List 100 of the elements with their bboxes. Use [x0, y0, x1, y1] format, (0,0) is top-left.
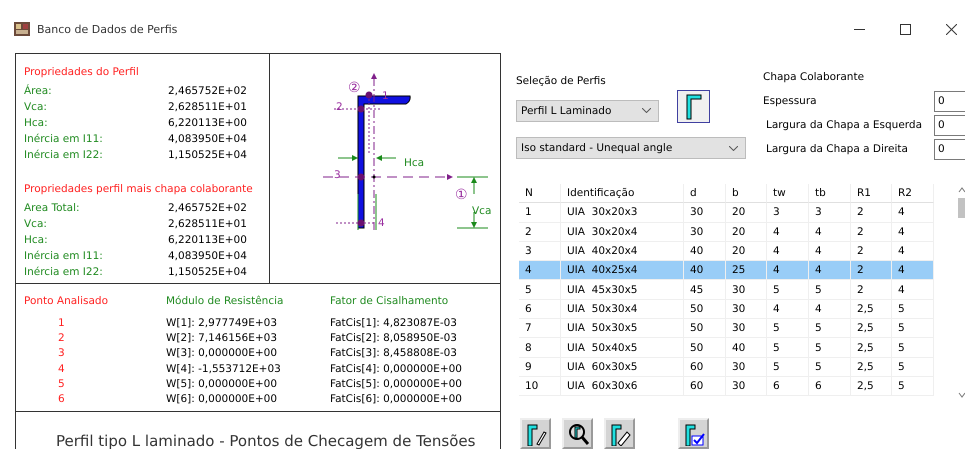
field-label: Largura da Chapa a Esquerda: [765, 119, 924, 131]
property-label: Inércia em I11:: [24, 133, 104, 145]
table-cell: 2,5: [851, 319, 892, 338]
chevron-icon: [642, 108, 651, 113]
property-value: 6,220113E+00: [168, 234, 247, 246]
table-row[interactable]: 2 UIA 30x20x4 30 20 4 4 2 4: [519, 222, 934, 242]
point-number: 2: [57, 332, 66, 344]
table-cell: 5: [892, 300, 934, 320]
table-row[interactable]: 4 UIA 40x25x4 40 25 4 4 2 4: [519, 261, 934, 280]
table-row[interactable]: 10 UIA 60x30x6 60 30 6 6 2,5 5: [519, 376, 934, 396]
table-row[interactable]: 6 UIA 50x30x4 50 30 4 4 2,5 5: [519, 300, 934, 320]
property-label: Inércia em I11:: [24, 250, 104, 262]
table-cell: 4: [767, 222, 809, 242]
table-cell: 5: [892, 358, 934, 377]
property-label: Área:: [24, 85, 53, 97]
table-cell: UIA 30x20x4: [561, 222, 684, 242]
window-title: Banco de Dados de Perfis: [37, 22, 178, 36]
shear-factor-value: FatCis[6]: 0,000000E+00: [330, 393, 463, 406]
table-cell: 4: [892, 280, 934, 300]
measure-profile-button[interactable]: [604, 418, 635, 449]
table-cell: 6: [519, 300, 561, 320]
table-cell: 3: [767, 203, 809, 223]
property-label: Inércia em I22:: [24, 149, 104, 161]
table-cell: 2,5: [851, 358, 892, 377]
table-cell: UIA 30x20x3: [561, 203, 684, 223]
table-cell: 50: [684, 319, 726, 338]
table-cell: 60: [684, 376, 726, 396]
shear-factor-value: FatCis[5]: 0,000000E+00: [330, 378, 463, 390]
property-value: 2,465752E+02: [168, 202, 247, 214]
table-cell: 5: [519, 280, 561, 300]
table-row[interactable]: 5 UIA 45x30x5 45 30 5 5 2 4: [519, 280, 934, 300]
input-field[interactable]: 0: [934, 90, 965, 112]
point-number: 3: [57, 347, 66, 360]
angle-profile-icon: [686, 94, 702, 120]
caption: Perfil tipo L laminado - Pontos de Checagem de Tensões: [56, 432, 476, 449]
table-cell: 1: [519, 203, 561, 223]
shear-factor-value: FatCis[2]: 8,058950E-03: [330, 332, 458, 344]
point-number: 6: [57, 393, 66, 406]
table-cell: 2: [519, 222, 561, 242]
table-cell: 6: [767, 376, 809, 396]
table-cell: 40: [684, 261, 726, 280]
table-cell: 4: [767, 261, 809, 280]
confirm-profile-button[interactable]: [678, 418, 709, 449]
table-cell: 60: [684, 358, 726, 377]
hca-label: Hca: [404, 157, 424, 169]
table-cell: 5: [767, 338, 809, 358]
table-cell: UIA 60x30x6: [561, 376, 684, 396]
shear-factor-value: FatCis[1]: 4,823087E-03: [330, 316, 458, 329]
section-label: Seleção de Perfis: [516, 75, 607, 87]
table-cell: 5: [892, 376, 934, 396]
table-cell: 2,5: [851, 376, 892, 396]
table-cell: 5: [767, 358, 809, 377]
table-cell: 30: [726, 280, 767, 300]
property-label: Vca:: [24, 218, 48, 230]
input-field[interactable]: 0: [934, 114, 965, 136]
table-cell: 4: [809, 222, 851, 242]
table-cell: 2: [851, 203, 892, 223]
table-cell: 5: [892, 319, 934, 338]
shear-factor-value: FatCis[4]: 0,000000E+00: [330, 362, 463, 375]
property-value: 4,083950E+04: [168, 133, 247, 145]
standard-dropdown[interactable]: Iso standard - Unequal angle: [516, 137, 746, 159]
column-header: tb: [809, 184, 851, 204]
input-field[interactable]: 0: [934, 138, 965, 160]
close-icon[interactable]: [946, 24, 957, 34]
profile-type-dropdown[interactable]: Perfil L Laminado: [516, 100, 659, 122]
shear-factor-value: FatCis[3]: 8,458808E-03: [330, 347, 458, 360]
table-row[interactable]: 1 UIA 30x20x3 30 20 3 3 2 4: [519, 203, 934, 223]
maximize-icon[interactable]: [900, 24, 911, 34]
table-row[interactable]: 9 UIA 60x30x5 60 30 5 5 2,5 5: [519, 358, 934, 377]
table-row[interactable]: 7 UIA 50x30x5 50 30 5 5 2,5 5: [519, 319, 934, 338]
section-title: Propriedades perfil mais chapa colaborante: [24, 183, 254, 195]
angle-profile-button[interactable]: [677, 90, 710, 123]
property-value: 4,083950E+04: [168, 250, 247, 262]
vca-label: Vca: [472, 205, 492, 217]
modulus-value: W[6]: 0,000000E+00: [166, 393, 278, 406]
table-cell: 2: [851, 280, 892, 300]
table-cell: 8: [519, 338, 561, 358]
modulus-value: W[5]: 0,000000E+00: [166, 378, 278, 390]
table-cell: 30: [726, 300, 767, 320]
table-row[interactable]: 8 UIA 50x40x5 50 40 5 5 2,5 5: [519, 338, 934, 358]
property-label: Hca:: [24, 117, 49, 129]
modulus-value: W[1]: 2,977749E+03: [166, 316, 278, 329]
search-profile-button[interactable]: [562, 418, 593, 449]
column-header: R2: [892, 184, 934, 204]
property-value: 1,150525E+04: [168, 149, 247, 161]
table-cell: 30: [726, 319, 767, 338]
section-label: Chapa Colaborante: [763, 71, 866, 83]
profile-ruler-icon: [608, 422, 630, 446]
table-cell: 25: [726, 261, 767, 280]
column-header: Módulo de Resistência: [166, 294, 284, 306]
table-cell: 4: [809, 300, 851, 320]
table-cell: 5: [809, 319, 851, 338]
table-cell: UIA 50x40x5: [561, 338, 684, 358]
table-cell: UIA 50x30x5: [561, 319, 684, 338]
table-cell: UIA 45x30x5: [561, 280, 684, 300]
table-cell: 40: [726, 338, 767, 358]
table-cell: 50: [684, 300, 726, 320]
table-cell: 30: [684, 203, 726, 223]
edit-profile-button[interactable]: [520, 418, 551, 449]
property-value: 2,628511E+01: [168, 101, 247, 113]
